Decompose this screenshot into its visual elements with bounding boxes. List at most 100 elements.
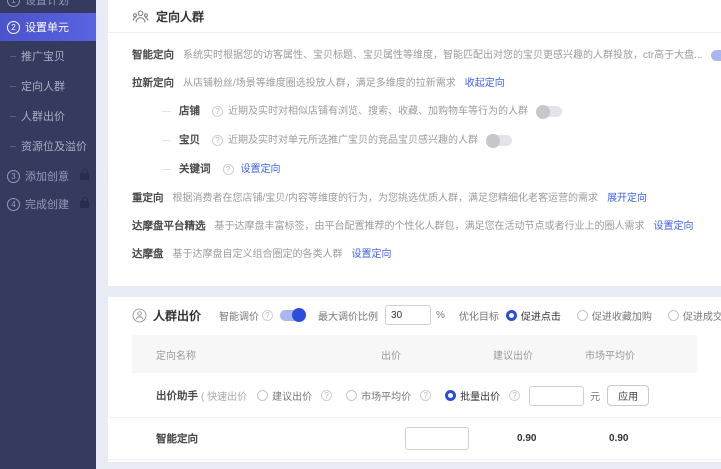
radio-icon [506,310,517,321]
expand-targeting-link[interactable]: 展开定向 [607,189,647,208]
bidding-panel: 人群出价 智能调价 最大调价比例 % 优化目标 促进点击 促进收藏加购 促进成交… [108,297,721,462]
max-ratio-label: 最大调价比例 [318,308,378,323]
help-icon[interactable] [420,390,431,401]
objective-favorite-radio[interactable]: 促进收藏加购 [577,308,652,323]
lock-icon [80,201,89,208]
smart-targeting-label: 智能定向 [132,46,174,65]
help-icon[interactable] [212,106,223,117]
item-targeting-row: 宝贝 近期及实时对单元所选推广宝贝的竞品宝贝感兴趣的人群 [162,131,697,150]
dmp-set-link[interactable]: 设置定向 [352,245,392,264]
dmp-desc: 基于达摩盘自定义组合圈定的各类人群 [173,245,343,264]
row-bid-cell [405,427,517,450]
bid-helper-prefix: ( 快速出价 [201,388,247,403]
objective-label: 优化目标 [459,308,499,323]
shop-desc: 近期及实时对相似店铺有浏览、搜索、收藏、加购物车等行为的人群 [228,102,528,121]
help-icon[interactable] [212,135,223,146]
help-icon[interactable] [509,390,520,401]
step-number-icon: 4 [7,198,20,211]
objective-conversion-radio[interactable]: 促进成交 [668,308,721,323]
shop-targeting-row: 店铺 近期及实时对相似店铺有浏览、搜索、收藏、加购物车等行为的人群 [162,102,697,121]
targeting-panel: 定向人群 智能定向 系统实时根据您的访客属性、宝贝标题、宝贝属性等维度，智能匹配… [108,0,721,286]
suggested-bid-radio[interactable]: 建议出价 [257,388,312,403]
radio-icon [445,390,456,401]
apply-button[interactable]: 应用 [607,385,649,406]
bidding-panel-header: 人群出价 智能调价 最大调价比例 % 优化目标 促进点击 促进收藏加购 促进成交 [108,297,721,333]
dmp-platform-set-link[interactable]: 设置定向 [654,217,694,236]
dmp-platform-row: 达摩盘平台精选 基于达摩盘丰富标签，由平台配置推荐的个性化人群包，满足您在活动节… [132,217,697,236]
sidebar-item-promote-item[interactable]: 推广宝贝 [0,41,96,71]
new-customer-desc: 从店铺粉丝/场景等维度圈选投放人群，满足多维度的拉新需求 [183,74,456,93]
sidebar-item-audience-targeting[interactable]: 定向人群 [0,71,96,101]
shop-label: 店铺 [179,102,200,121]
radio-icon [346,390,357,401]
table-row: 智能定向 0.90 0.90 [108,418,721,460]
retargeting-desc: 根据消费者在您店铺/宝贝/内容等维度的行为，为您挑选优质人群，满足您精细化老客运… [173,189,599,208]
max-ratio-input[interactable] [385,305,431,325]
radio-label: 批量出价 [460,388,500,403]
sidebar-step-unit[interactable]: 2 设置单元 [0,13,96,41]
sidebar-step-creative[interactable]: 3 添加创意 [0,163,96,189]
radio-label: 促进点击 [521,308,561,323]
smart-price-label: 智能调价 [219,308,259,323]
dmp-platform-label: 达摩盘平台精选 [132,217,206,236]
sidebar-item-label: 推广宝贝 [21,48,65,64]
col-header-bid: 出价 [381,347,493,362]
help-icon[interactable] [223,164,234,175]
col-header-market: 市场平均价 [585,347,673,362]
radio-icon [668,310,679,321]
lock-icon [80,173,89,180]
keyword-set-targeting-link[interactable]: 设置定向 [241,160,281,179]
market-price-radio[interactable]: 市场平均价 [346,388,411,403]
sidebar-step-label: 设置单元 [25,19,69,35]
smart-targeting-row: 智能定向 系统实时根据您的访客属性、宝贝标题、宝贝属性等维度，智能匹配出对您的宝… [132,46,697,65]
new-customer-targeting-row: 拉新定向 从店铺粉丝/场景等维度圈选投放人群，满足多维度的拉新需求 收起定向 [132,74,697,93]
batch-bid-input[interactable] [529,386,584,406]
retargeting-label: 重定向 [132,189,164,208]
radio-label: 促进成交 [683,308,721,323]
sidebar-item-placement-premium[interactable]: 资源位及溢价 [0,131,96,161]
col-header-suggested: 建议出价 [493,347,585,362]
step-number-icon: 3 [7,170,20,183]
panel-title: 人群出价 [153,307,201,324]
row-market-price: 0.90 [609,433,697,444]
sidebar-item-audience-bid[interactable]: 人群出价 [0,101,96,131]
batch-bid-radio[interactable]: 批量出价 [445,388,500,403]
keyword-label: 关键词 [179,160,211,179]
dmp-row: 达摩盘 基于达摩盘自定义组合圈定的各类人群 设置定向 [132,245,697,264]
smart-targeting-toggle[interactable] [711,50,721,61]
sidebar-item-label: 人群出价 [21,108,65,124]
radio-icon [257,390,268,401]
keyword-targeting-row: 关键词 设置定向 [162,160,697,179]
sidebar-step-finish[interactable]: 4 完成创建 [0,191,96,217]
item-label: 宝贝 [179,131,200,150]
row-suggested-bid: 0.90 [517,433,609,444]
step-number-icon: 2 [7,21,20,34]
bid-table-header: 定向名称 出价 建议出价 市场平均价 [132,335,697,373]
bid-helper-row: 出价助手 ( 快速出价 建议出价 市场平均价 批量出价 元 应用 [108,373,721,418]
sidebar-step-label: 完成创建 [25,196,69,212]
percent-sign: % [436,310,445,321]
sidebar-item-label: 定向人群 [21,78,65,94]
sidebar-item-label: 资源位及溢价 [21,138,87,154]
item-toggle[interactable] [487,135,512,146]
help-icon[interactable] [262,310,273,321]
smart-price-toggle[interactable] [280,310,305,321]
collapse-targeting-link[interactable]: 收起定向 [465,74,505,93]
help-icon[interactable] [321,390,332,401]
bid-input[interactable] [405,427,469,450]
smart-targeting-desc: 系统实时根据您的访客属性、宝贝标题、宝贝属性等维度，智能匹配出对您的宝贝更感兴趣… [183,46,702,65]
sidebar-step-plan[interactable]: 1 设置计划 [0,0,96,13]
wizard-sidebar: 1 设置计划 2 设置单元 推广宝贝 定向人群 人群出价 资源位及溢价 3 添加… [0,0,96,469]
objective-click-radio[interactable]: 促进点击 [506,308,561,323]
panel-title: 定向人群 [156,8,204,25]
col-header-name: 定向名称 [156,347,381,362]
audience-crowd-icon [132,9,149,24]
step-number-icon: 1 [7,0,20,7]
dmp-label: 达摩盘 [132,245,164,264]
radio-label: 市场平均价 [361,388,411,403]
audience-bid-icon [132,308,147,323]
row-targeting-name: 智能定向 [156,431,405,446]
dmp-platform-desc: 基于达摩盘丰富标签，由平台配置推荐的个性化人群包，满足您在活动节点或者行业上的圈… [215,217,645,236]
shop-toggle[interactable] [537,106,562,117]
retargeting-row: 重定向 根据消费者在您店铺/宝贝/内容等维度的行为，为您挑选优质人群，满足您精细… [132,189,697,208]
